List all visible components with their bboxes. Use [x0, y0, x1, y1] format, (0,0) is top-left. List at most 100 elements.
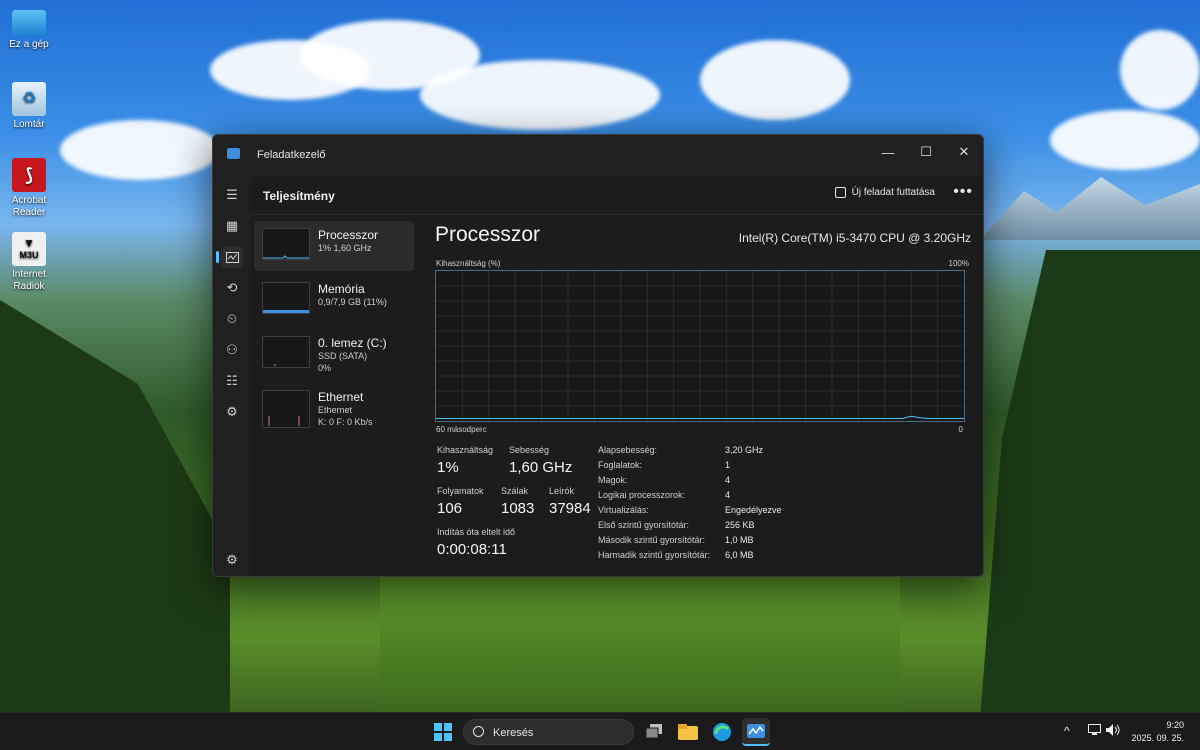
cloud	[1120, 30, 1200, 110]
threads-value: 1083	[501, 500, 535, 517]
speed-value: 1,60 GHz	[509, 459, 573, 476]
clock-date: 2025. 09. 25.	[1131, 733, 1184, 743]
task-manager-taskbar-button[interactable]	[742, 718, 770, 746]
task-manager-app-icon	[227, 148, 240, 159]
startup-icon[interactable]: ⏲	[221, 308, 243, 330]
valley	[380, 577, 900, 712]
desktop-icon-label: Lomtár	[13, 119, 45, 130]
close-button[interactable]: ✕	[949, 141, 979, 163]
perf-item-disk[interactable]: 0. lemez (C:) SSD (SATA) 0%	[254, 329, 414, 379]
cpu-detail-panel: Processzor Intel(R) Core(TM) i5-3470 CPU…	[435, 221, 971, 571]
ethernet-mini-graph	[262, 390, 310, 428]
graph-y-label: Kihasználtság (%)	[436, 259, 501, 268]
search-placeholder: Keresés	[493, 727, 534, 739]
desktop-icon-acrobat-reader[interactable]: ⟆ Acrobat Reader	[4, 158, 54, 219]
speed-label: Sebesség	[509, 445, 550, 455]
spec-label: Virtualizálás:	[598, 505, 649, 515]
windows-logo-icon	[434, 723, 452, 741]
cloud	[700, 40, 850, 120]
cloud	[420, 60, 660, 130]
performance-resource-list: Processzor 1% 1,60 GHz Memória 0,9/7,9 G…	[254, 221, 414, 437]
desktop-icon-label: Ez a gép	[9, 39, 49, 50]
desktop-icon-label: Acrobat Reader	[11, 195, 47, 218]
task-view-button[interactable]	[640, 718, 668, 746]
handles-value: 37984	[549, 500, 591, 517]
spec-value: 256 KB	[725, 520, 755, 530]
processes-icon[interactable]: ▦	[221, 215, 243, 237]
clock-time: 9:20	[1166, 720, 1184, 730]
spec-value: 1,0 MB	[725, 535, 754, 545]
perf-item-memory[interactable]: Memória 0,9/7,9 GB (11%)	[254, 275, 414, 325]
uptime-value: 0:00:08:11	[437, 541, 507, 558]
detail-title: Processzor	[435, 223, 541, 246]
system-clock[interactable]: 9:20 2025. 09. 25.	[1131, 719, 1184, 745]
taskbar-search-box[interactable]: Keresés	[463, 719, 634, 745]
perf-item-detail: Ethernet	[318, 405, 353, 415]
acrobat-icon: ⟆	[12, 158, 46, 192]
desktop-icon-internet-radiok[interactable]: ▼ M3U Internet Radiok	[4, 232, 54, 293]
page-header: Teljesítmény Új feladat futtatása •••	[251, 175, 983, 215]
settings-icon[interactable]: ⚙	[221, 549, 243, 571]
minimize-button[interactable]: —	[873, 141, 903, 163]
search-icon	[473, 726, 484, 737]
spec-label: Magok:	[598, 475, 628, 485]
spec-value: 4	[725, 475, 731, 485]
tray-overflow-chevron[interactable]: ^	[1064, 724, 1070, 738]
monitor-icon	[12, 10, 46, 36]
graph-y-max: 100%	[948, 259, 969, 268]
perf-item-cpu[interactable]: Processzor 1% 1,60 GHz	[254, 221, 414, 271]
handles-label: Leírók	[549, 486, 575, 496]
run-new-task-button[interactable]: Új feladat futtatása	[834, 187, 935, 198]
spec-label: Első szintű gyorsítótár:	[598, 520, 690, 530]
run-task-label: Új feladat futtatása	[851, 187, 935, 198]
cloud	[1050, 110, 1200, 170]
title-bar[interactable]: Feladatkezelő — ☐ ✕	[213, 135, 983, 175]
disk-mini-graph	[262, 336, 310, 368]
details-icon[interactable]: ☷	[221, 370, 243, 392]
spec-label: Foglalatok:	[598, 460, 643, 470]
start-button[interactable]	[429, 718, 457, 746]
navigation-sidebar: ☰ ▦ ⟲ ⏲ ⚇ ☷ ⚙ ⚙	[213, 175, 251, 576]
desktop-icon-this-pc[interactable]: Ez a gép	[4, 6, 54, 51]
recycle-bin-icon: ♻	[12, 82, 46, 116]
edge-browser-button[interactable]	[708, 718, 736, 746]
run-task-icon	[834, 187, 846, 198]
task-manager-icon	[747, 724, 765, 738]
cpu-utilization-graph	[435, 270, 965, 422]
spec-label: Harmadik szintű gyorsítótár:	[598, 550, 711, 560]
edge-icon	[713, 723, 731, 741]
users-icon[interactable]: ⚇	[221, 339, 243, 361]
spec-label: Logikai processzorok:	[598, 490, 686, 500]
forest	[0, 300, 230, 720]
performance-icon[interactable]	[216, 246, 243, 268]
spec-value: 1	[725, 460, 731, 470]
processes-value: 106	[437, 500, 463, 517]
network-icon[interactable]	[1088, 724, 1101, 739]
perf-item-detail: 1% 1,60 GHz	[318, 243, 372, 253]
menu-icon[interactable]: ☰	[221, 184, 243, 206]
perf-item-detail: 0,9/7,9 GB (11%)	[318, 297, 387, 307]
volume-icon[interactable]	[1106, 724, 1120, 739]
file-explorer-button[interactable]	[674, 718, 702, 746]
threads-label: Szálak	[501, 486, 529, 496]
services-icon[interactable]: ⚙	[221, 401, 243, 423]
perf-item-detail: 0%	[318, 363, 332, 373]
utilization-label: Kihasználtság	[437, 445, 494, 455]
uptime-label: Indítás óta eltelt idő	[437, 527, 516, 537]
perf-item-ethernet[interactable]: Ethernet Ethernet K: 0 F: 0 Kb/s	[254, 383, 414, 433]
m3u-file-icon: ▼ M3U	[12, 232, 46, 266]
graph-x-label: 60 másodperc	[436, 425, 487, 434]
perf-item-name: Processzor	[318, 228, 379, 242]
taskbar: Keresés ^ 9:20 2025. 09. 25.	[0, 712, 1200, 750]
task-view-icon	[645, 724, 662, 739]
maximize-button[interactable]: ☐	[911, 141, 941, 163]
desktop-icon-label: Internet Radiok	[12, 269, 46, 292]
forest	[980, 250, 1200, 720]
app-history-icon[interactable]: ⟲	[221, 277, 243, 299]
perf-item-detail: K: 0 F: 0 Kb/s	[318, 417, 373, 427]
desktop-icon-recycle-bin[interactable]: ♻ Lomtár	[4, 82, 54, 131]
spec-value: 4	[725, 490, 731, 500]
folder-icon	[678, 724, 698, 740]
more-options-button[interactable]: •••	[953, 183, 973, 201]
perf-item-detail: SSD (SATA)	[318, 351, 368, 361]
